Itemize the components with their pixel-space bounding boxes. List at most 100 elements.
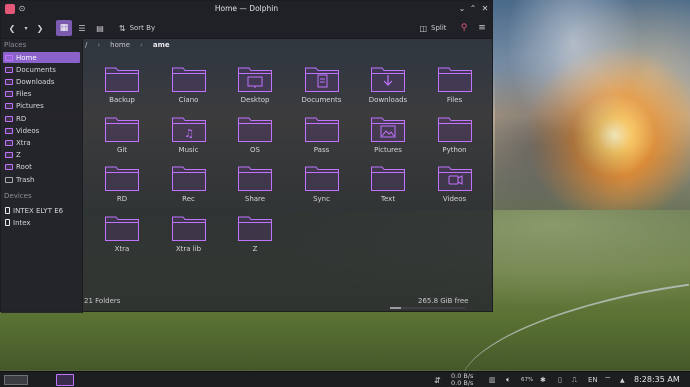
folder-item[interactable]: Python	[422, 115, 488, 163]
folder-icon	[5, 54, 13, 61]
wifi-icon[interactable]: ⌔	[604, 374, 612, 386]
toolbar: ❮ ▾ ❯ ▦ ☰ ▤ ⇅ Sort By ◫ Split ⚲ ≡	[1, 17, 492, 39]
sidebar-item-downloads[interactable]: Downloads	[3, 76, 80, 87]
sidebar-item-label: Pictures	[16, 102, 44, 111]
breadcrumb-separator: ›	[140, 41, 143, 49]
minimize-icon[interactable]: ⌄	[457, 4, 467, 14]
dolphin-task-button[interactable]	[56, 374, 74, 386]
sidebar-item-xtra[interactable]: Xtra	[3, 137, 80, 148]
breadcrumb-home[interactable]: home	[110, 41, 130, 51]
folder-icon	[238, 216, 272, 241]
folder-item[interactable]: Share	[222, 164, 288, 212]
compact-view-button[interactable]: ☰	[75, 20, 89, 36]
folder-icon	[371, 67, 405, 92]
keyboard-layout[interactable]: EN	[588, 374, 598, 386]
folder-icon	[5, 152, 13, 159]
folder-item[interactable]: Ciano	[156, 65, 222, 113]
device-item[interactable]: Intex	[3, 217, 80, 228]
breadcrumb-current[interactable]: ame	[153, 41, 170, 51]
details-view-button[interactable]: ▤	[93, 20, 107, 36]
icons-view-button[interactable]: ▦	[56, 20, 72, 36]
menu-button[interactable]: ≡	[475, 20, 489, 36]
folder-item[interactable]: Z	[222, 214, 288, 262]
tray-expand-icon[interactable]: ▲	[620, 374, 625, 386]
sidebar-item-trash[interactable]: Trash	[3, 174, 80, 185]
sidebar-item-videos[interactable]: Videos	[3, 125, 80, 136]
folder-item[interactable]: RD	[89, 164, 155, 212]
details-view-icon: ▤	[96, 23, 104, 33]
close-icon[interactable]: ✕	[480, 4, 490, 14]
folder-name: Git	[116, 145, 128, 154]
folder-icon	[437, 67, 472, 92]
folder-name: Pictures	[374, 145, 402, 154]
folder-icon	[171, 67, 206, 92]
network-speed-icon: ⇵	[434, 375, 441, 385]
menu-icon: ≡	[478, 23, 486, 33]
sidebar-item-documents[interactable]: Documents	[3, 64, 80, 75]
desktop-pager[interactable]	[4, 374, 28, 386]
folder-icon	[304, 117, 339, 142]
folder-item[interactable]: Pictures	[355, 115, 421, 163]
breadcrumb-root[interactable]: /	[85, 41, 87, 51]
battery-indicator[interactable]: 67%	[521, 374, 533, 386]
clipboard-icon[interactable]: ▥	[489, 374, 496, 386]
folder-item[interactable]: Backup	[89, 65, 155, 113]
svg-text:♫: ♫	[184, 127, 194, 140]
sidebar-item-pictures[interactable]: Pictures	[3, 101, 80, 112]
trash-icon	[5, 176, 13, 183]
folder-item[interactable]: Xtra lib	[156, 214, 222, 262]
volume-icon[interactable]: 🔈︎	[506, 374, 511, 386]
folder-icon	[105, 216, 139, 241]
places-header: Places	[4, 41, 27, 49]
sort-by-button[interactable]: ⇅ Sort By	[113, 20, 161, 36]
split-button[interactable]: ◫ Split	[415, 20, 451, 36]
folder-item[interactable]: Pass	[289, 115, 355, 163]
split-label: Split	[431, 24, 447, 32]
back-button[interactable]: ❮	[5, 20, 19, 36]
window-title: Home — Dolphin	[214, 4, 279, 13]
folder-item[interactable]: Xtra	[89, 214, 155, 262]
sidebar-item-files[interactable]: Files	[3, 89, 80, 100]
folder-icon	[437, 117, 472, 142]
sidebar-item-z[interactable]: Z	[3, 150, 80, 161]
folder-item[interactable]: Videos	[422, 164, 488, 212]
clock[interactable]: 8:28:35 AM	[634, 375, 680, 384]
back-dropdown-button[interactable]: ▾	[21, 20, 31, 36]
sidebar-item-root[interactable]: Root	[3, 162, 80, 173]
device-item[interactable]: INTEX ELYT E6	[3, 205, 80, 216]
sidebar-item-rd[interactable]: RD	[3, 113, 80, 124]
device-label: INTEX ELYT E6	[13, 206, 64, 215]
folder-item[interactable]: OS	[222, 115, 288, 163]
split-icon: ◫	[419, 23, 428, 33]
folder-item[interactable]: Files	[422, 65, 488, 113]
dolphin-window: ⊙ Home — Dolphin ⌄ ⌃ ✕ ❮ ▾ ❯ ▦ ☰ ▤ ⇅ Sor…	[0, 0, 493, 313]
folder-item[interactable]: Desktop	[222, 65, 288, 113]
free-space-bar-fill	[390, 307, 402, 309]
folder-item[interactable]: Downloads	[355, 65, 421, 113]
folder-item[interactable]: ♫ Music	[156, 115, 222, 163]
folder-name: Rec	[182, 195, 195, 203]
folder-item[interactable]: Documents	[289, 65, 355, 113]
folder-name: Ciano	[178, 96, 199, 104]
maximize-icon[interactable]: ⌃	[468, 4, 478, 14]
sidebar-item-home[interactable]: Home	[3, 52, 80, 63]
title-bar[interactable]: ⊙ Home — Dolphin ⌄ ⌃ ✕	[1, 1, 492, 17]
search-icon: ⚲	[460, 23, 468, 33]
folder-name: Backup	[109, 96, 135, 104]
folder-item[interactable]: Git	[89, 115, 155, 163]
places-panel: Places Home Documents Downloads Files Pictur…	[1, 39, 83, 313]
pager-desktop-1[interactable]	[4, 375, 28, 385]
folder-name: Text	[380, 195, 396, 203]
folder-name: Sync	[313, 195, 330, 203]
folder-name: Share	[244, 195, 266, 203]
folder-item[interactable]: Sync	[289, 164, 355, 212]
device-notifier-icon[interactable]: ▯	[558, 374, 562, 386]
forward-icon: ❯	[36, 23, 44, 33]
bluetooth-icon[interactable]: ✱	[540, 374, 546, 386]
forward-button[interactable]: ❯	[33, 20, 47, 36]
folder-item[interactable]: Text	[355, 164, 421, 212]
usb-icon[interactable]: ⎍	[572, 374, 577, 386]
search-button[interactable]: ⚲	[457, 20, 471, 36]
folder-item[interactable]: Rec	[156, 164, 222, 212]
folder-icon	[105, 67, 139, 92]
